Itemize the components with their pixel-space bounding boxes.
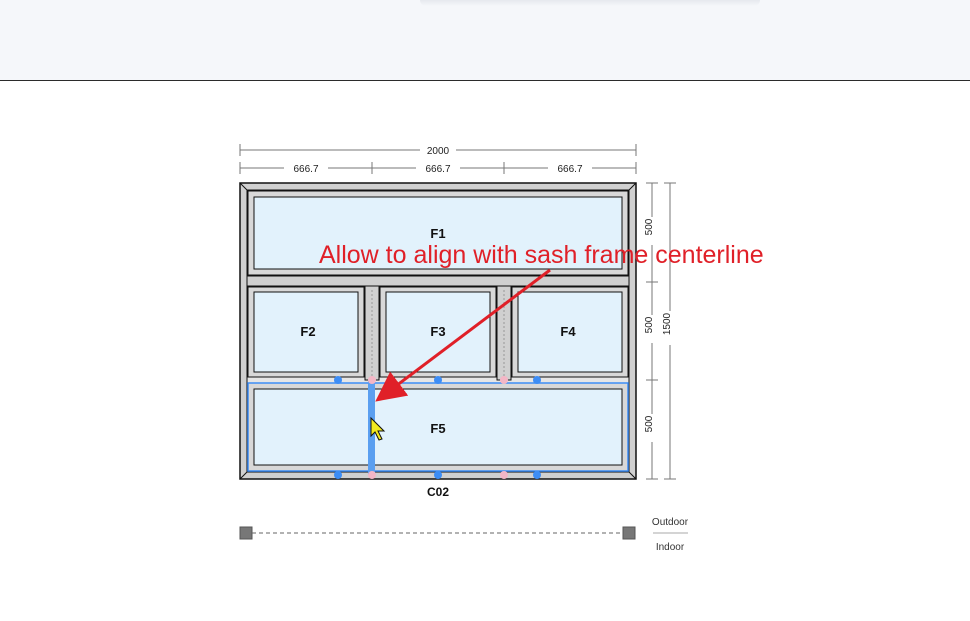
pane-f5-label: F5 xyxy=(430,421,445,436)
row-height-3: 500 xyxy=(644,415,655,432)
column-width-2: 666.7 xyxy=(425,164,450,175)
pane-f1-label: F1 xyxy=(430,226,445,241)
pane-f2-label: F2 xyxy=(300,324,315,339)
overall-width-dimension: 2000 xyxy=(239,143,637,157)
handle-bottom-3[interactable] xyxy=(434,471,442,479)
handle-top-1[interactable] xyxy=(334,376,342,384)
row-height-1: 500 xyxy=(644,218,655,235)
overall-height-label: 1500 xyxy=(662,312,673,335)
pane-f4-label: F4 xyxy=(560,324,576,339)
handle-bottom-4[interactable] xyxy=(500,471,508,479)
outdoor-label: Outdoor xyxy=(652,517,689,528)
handle-bottom-1[interactable] xyxy=(334,471,342,479)
pane-f4[interactable]: F4 xyxy=(511,286,629,378)
design-canvas[interactable]: 2000 666.7 666.7 666.7 500 500 500 1500 … xyxy=(0,81,970,616)
annotation-text: Allow to align with sash frame centerlin… xyxy=(319,241,764,269)
side-indicator-right-handle[interactable] xyxy=(622,526,636,540)
side-indicator-left-handle[interactable] xyxy=(239,526,253,540)
handle-top-5[interactable] xyxy=(533,376,541,384)
window-drawing[interactable]: 2000 666.7 666.7 666.7 500 500 500 1500 … xyxy=(0,81,970,616)
indoor-label: Indoor xyxy=(656,542,685,553)
column-width-3: 666.7 xyxy=(557,164,582,175)
overall-width-label: 2000 xyxy=(427,146,450,157)
side-indicator: Outdoor Indoor xyxy=(239,517,689,553)
pane-f5[interactable]: F5 xyxy=(247,382,629,472)
overall-height-dimension: 1500 xyxy=(662,182,677,480)
column-width-dimensions: 666.7 666.7 666.7 xyxy=(239,161,637,175)
row-height-dimensions: 500 500 500 xyxy=(644,182,659,480)
pane-f3-label: F3 xyxy=(430,324,445,339)
pane-f3[interactable]: F3 xyxy=(379,286,497,378)
pane-f2[interactable]: F2 xyxy=(247,286,365,378)
handle-top-3[interactable] xyxy=(434,376,442,384)
toolbar-area xyxy=(0,0,970,81)
handle-top-2[interactable] xyxy=(368,376,376,384)
toolbar-shadow xyxy=(420,0,760,6)
row-height-2: 500 xyxy=(644,316,655,333)
column-width-1: 666.7 xyxy=(293,164,318,175)
window-code-label: C02 xyxy=(427,485,449,499)
handle-bottom-5[interactable] xyxy=(533,471,541,479)
handle-top-4[interactable] xyxy=(500,376,508,384)
handle-bottom-2[interactable] xyxy=(368,471,376,479)
